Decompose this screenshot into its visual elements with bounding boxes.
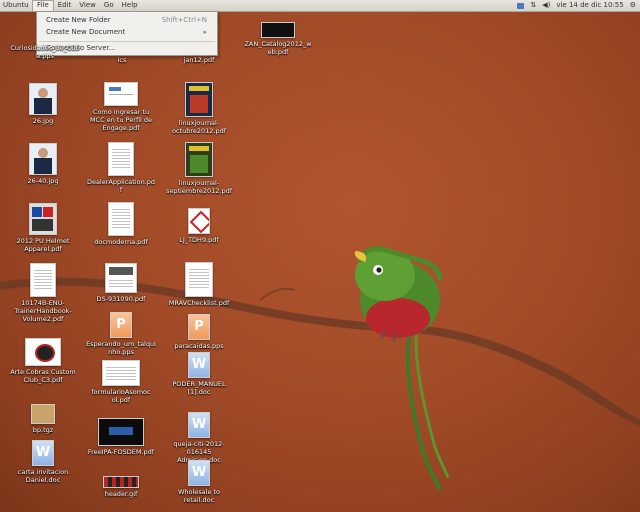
desktop-icon[interactable]: linuxjournal-septiembre2012.pdf <box>164 142 234 195</box>
desktop-icon[interactable]: ZAN_Catalog2012_web.pdf <box>243 22 313 56</box>
file-thumbnail <box>98 418 144 446</box>
icon-label: docmoderna.pdf <box>94 238 148 246</box>
desktop-icon[interactable]: Arte Cobras Custom Club_C3.pdf <box>8 338 78 384</box>
file-thumbnail <box>104 82 138 106</box>
file-thumbnail <box>30 263 56 297</box>
icon-label: MRAVChecklist.pdf <box>168 299 230 307</box>
desktop-icon[interactable]: bp.tgz <box>8 404 78 434</box>
file-thumbnail <box>261 22 295 38</box>
icon-label: 26-40.jpg <box>27 177 59 185</box>
power-icon[interactable]: ⚙ <box>630 0 636 11</box>
menu-bar: File Edit View Go Help <box>32 0 142 11</box>
desktop-icon[interactable]: W PODER_MANUEL [1].doc <box>164 352 234 396</box>
desktop-icon[interactable]: W carta invitacion Daniel.doc <box>8 440 78 484</box>
icon-label: PODER_MANUEL [1].doc <box>172 380 226 396</box>
file-thumbnail <box>105 263 137 293</box>
desktop-icon[interactable]: P paracaidas.pps <box>164 314 234 350</box>
icon-label: FreeIPA-FOSDEM.pdf <box>87 448 155 456</box>
icon-label: Curiosidades_de_Cuba.pps <box>10 44 80 60</box>
icon-label: linuxjournal-septiembre2012.pdf <box>166 179 232 195</box>
desktop-icon[interactable]: P Esperando_um_talquinho.pps <box>86 312 156 356</box>
menu-item-label: Create New Document <box>46 28 126 36</box>
pps-icon: P <box>110 312 132 338</box>
menu-view[interactable]: View <box>75 0 100 11</box>
menu-go[interactable]: Go <box>100 0 118 11</box>
desktop-icon[interactable]: header.gif <box>86 476 156 498</box>
desktop-icon[interactable]: 26.jpg <box>8 83 78 125</box>
desktop-icon[interactable]: Curiosidades_de_Cuba.pps <box>10 42 80 60</box>
desktop-icon[interactable]: Como ingresar tu MCC en tu Perfil de Eng… <box>86 82 156 132</box>
word-icon: W <box>188 412 210 438</box>
icon-label: paracaidas.pps <box>174 342 224 350</box>
file-thumbnail <box>185 262 213 297</box>
icon-label: 10174B-ENU-TrainerHandbook-Volume2.pdf <box>14 299 72 323</box>
menu-edit[interactable]: Edit <box>54 0 76 11</box>
desktop-icon[interactable]: DealerApplication.pdf <box>86 142 156 194</box>
file-thumbnail <box>103 476 139 488</box>
desktop-icon[interactable]: formularioAsomoc ol.pdf <box>86 360 156 404</box>
desktop-icon[interactable]: docmoderna.pdf <box>86 202 156 246</box>
icon-label: DealerApplication.pdf <box>86 178 156 194</box>
archive-icon <box>31 404 55 424</box>
app-name: Ubuntu <box>3 1 29 9</box>
desktop-icon[interactable]: linuxjournal-octubre2012.pdf <box>164 82 234 135</box>
pps-icon: P <box>188 314 210 340</box>
desktop-icon[interactable]: LJ_TDH9.pdf <box>164 208 234 244</box>
icon-label: 26.jpg <box>32 117 54 125</box>
menu-item-create-document[interactable]: Create New Document ▸ <box>46 27 211 37</box>
word-icon: W <box>188 460 210 486</box>
mail-icon[interactable] <box>517 2 525 9</box>
file-thumbnail <box>25 338 61 366</box>
desktop-icon[interactable]: ics <box>87 54 157 64</box>
network-icon[interactable]: ⇅ <box>530 0 536 11</box>
system-tray: ⇅ ◀) vie 14 de dic 10:55 ⚙ <box>517 0 636 11</box>
icon-label: Arte Cobras Custom Club_C3.pdf <box>10 368 76 384</box>
icon-label: formularioAsomoc ol.pdf <box>91 388 151 404</box>
menu-item-create-folder[interactable]: Create New Folder Shift+Ctrl+N <box>46 15 211 25</box>
desktop-icon[interactable]: 26-40.jpg <box>8 143 78 185</box>
desktop-icon[interactable]: jan12.pdf <box>164 54 234 64</box>
file-thumbnail <box>108 202 134 236</box>
submenu-arrow-icon: ▸ <box>203 28 207 36</box>
magazine-thumbnail <box>185 82 213 117</box>
icon-label: DS-931090.pdf <box>96 295 146 303</box>
file-thumbnail <box>29 203 57 235</box>
icon-label: Wholesale to retail.doc <box>177 488 221 504</box>
icon-label: LJ_TDH9.pdf <box>179 236 219 244</box>
menu-item-label: Create New Folder <box>46 16 111 24</box>
icon-label: header.gif <box>104 490 138 498</box>
icon-label: bp.tgz <box>32 426 54 434</box>
desktop-icon[interactable]: DS-931090.pdf <box>86 263 156 303</box>
desktop-icon[interactable]: W queja-citi-2012-016145 Admision.doc <box>164 412 234 464</box>
icon-label: 2012 PU Helmet Apparel.pdf <box>16 237 70 253</box>
photo-thumbnail <box>29 83 57 115</box>
menu-file[interactable]: File <box>32 0 54 11</box>
icon-label: Esperando_um_talquinho.pps <box>86 340 156 356</box>
menu-item-shortcut: Shift+Ctrl+N <box>161 16 207 24</box>
icon-label: jan12.pdf <box>183 56 215 64</box>
icon-label: linuxjournal-octubre2012.pdf <box>171 119 227 135</box>
icon-label: Como ingresar tu MCC en tu Perfil de Eng… <box>89 108 153 132</box>
desktop-icon[interactable]: 2012 PU Helmet Apparel.pdf <box>8 203 78 253</box>
photo-thumbnail <box>29 143 57 175</box>
desktop-icon[interactable]: W Wholesale to retail.doc <box>164 460 234 504</box>
icon-label: ics <box>117 56 127 64</box>
desktop-icon[interactable]: FreeIPA-FOSDEM.pdf <box>86 418 156 456</box>
desktop-icon[interactable]: MRAVChecklist.pdf <box>164 262 234 307</box>
icon-label: ZAN_Catalog2012_web.pdf <box>244 40 312 56</box>
icon-label: carta invitacion Daniel.doc <box>17 468 69 484</box>
file-thumbnail <box>102 360 140 386</box>
magazine-thumbnail <box>185 142 213 177</box>
volume-icon[interactable]: ◀) <box>542 0 550 11</box>
word-icon: W <box>188 352 210 378</box>
file-thumbnail <box>108 142 134 176</box>
menu-help[interactable]: Help <box>118 0 142 11</box>
desktop-icon[interactable]: 10174B-ENU-TrainerHandbook-Volume2.pdf <box>8 263 78 323</box>
pdf-icon <box>188 208 210 234</box>
datetime[interactable]: vie 14 de dic 10:55 <box>556 0 623 11</box>
word-icon: W <box>32 440 54 466</box>
